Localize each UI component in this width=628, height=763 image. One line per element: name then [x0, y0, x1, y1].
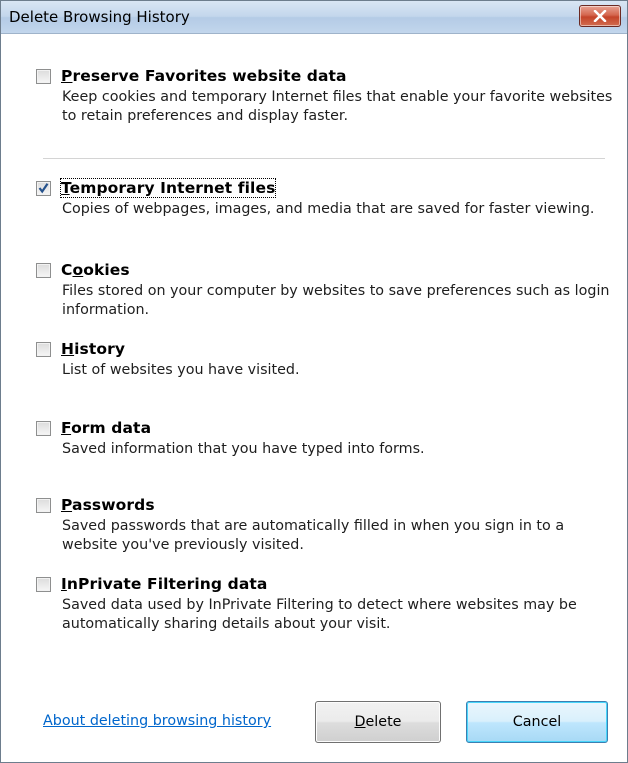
cancel-button[interactable]: Cancel [466, 701, 608, 743]
history-checkbox[interactable] [36, 341, 51, 357]
close-icon [593, 10, 607, 22]
passwords-label[interactable]: Passwords [61, 496, 155, 514]
form-data-checkbox[interactable] [36, 420, 51, 436]
close-button[interactable] [579, 5, 621, 27]
option-passwords: Passwords Saved passwords that are autom… [36, 496, 616, 555]
inprivate-filtering-checkbox[interactable] [36, 576, 51, 592]
temporary-internet-files-label[interactable]: Temporary Internet files [59, 178, 277, 198]
preserve-favorites-description: Keep cookies and temporary Internet file… [62, 89, 613, 124]
separator [43, 158, 605, 160]
cookies-checkbox[interactable] [36, 262, 51, 278]
history-description: List of websites you have visited. [62, 362, 300, 378]
delete-button[interactable]: Delete [315, 701, 441, 743]
history-label[interactable]: History [61, 340, 125, 358]
option-form-data: Form data Saved information that you hav… [36, 419, 616, 459]
cookies-description: Files stored on your computer by website… [62, 283, 610, 318]
form-data-label[interactable]: Form data [61, 419, 151, 437]
option-inprivate-filtering-data: InPrivate Filtering data Saved data used… [36, 575, 616, 634]
option-preserve-favorites: Preserve Favorites website data Keep coo… [36, 67, 616, 126]
cookies-label[interactable]: Cookies [61, 261, 130, 279]
about-deleting-history-link[interactable]: About deleting browsing history [43, 713, 271, 729]
form-data-description: Saved information that you have typed in… [62, 441, 425, 457]
passwords-checkbox[interactable] [36, 497, 51, 513]
passwords-description: Saved passwords that are automatically f… [62, 518, 565, 553]
delete-browsing-history-dialog: Delete Browsing History Preserve Favorit… [0, 0, 628, 763]
title-bar[interactable]: Delete Browsing History [1, 1, 627, 34]
option-temporary-internet-files: Temporary Internet files Copies of webpa… [36, 178, 616, 219]
temporary-internet-files-description: Copies of webpages, images, and media th… [62, 201, 595, 217]
inprivate-filtering-description: Saved data used by InPrivate Filtering t… [62, 597, 577, 632]
window-title: Delete Browsing History [9, 8, 190, 26]
temporary-internet-files-checkbox[interactable] [36, 180, 51, 196]
option-cookies: Cookies Files stored on your computer by… [36, 261, 616, 320]
preserve-favorites-label[interactable]: Preserve Favorites website data [61, 67, 347, 85]
option-history: History List of websites you have visite… [36, 340, 616, 380]
checkmark-icon [38, 182, 49, 193]
inprivate-filtering-label[interactable]: InPrivate Filtering data [61, 575, 267, 593]
preserve-favorites-checkbox[interactable] [36, 68, 51, 84]
